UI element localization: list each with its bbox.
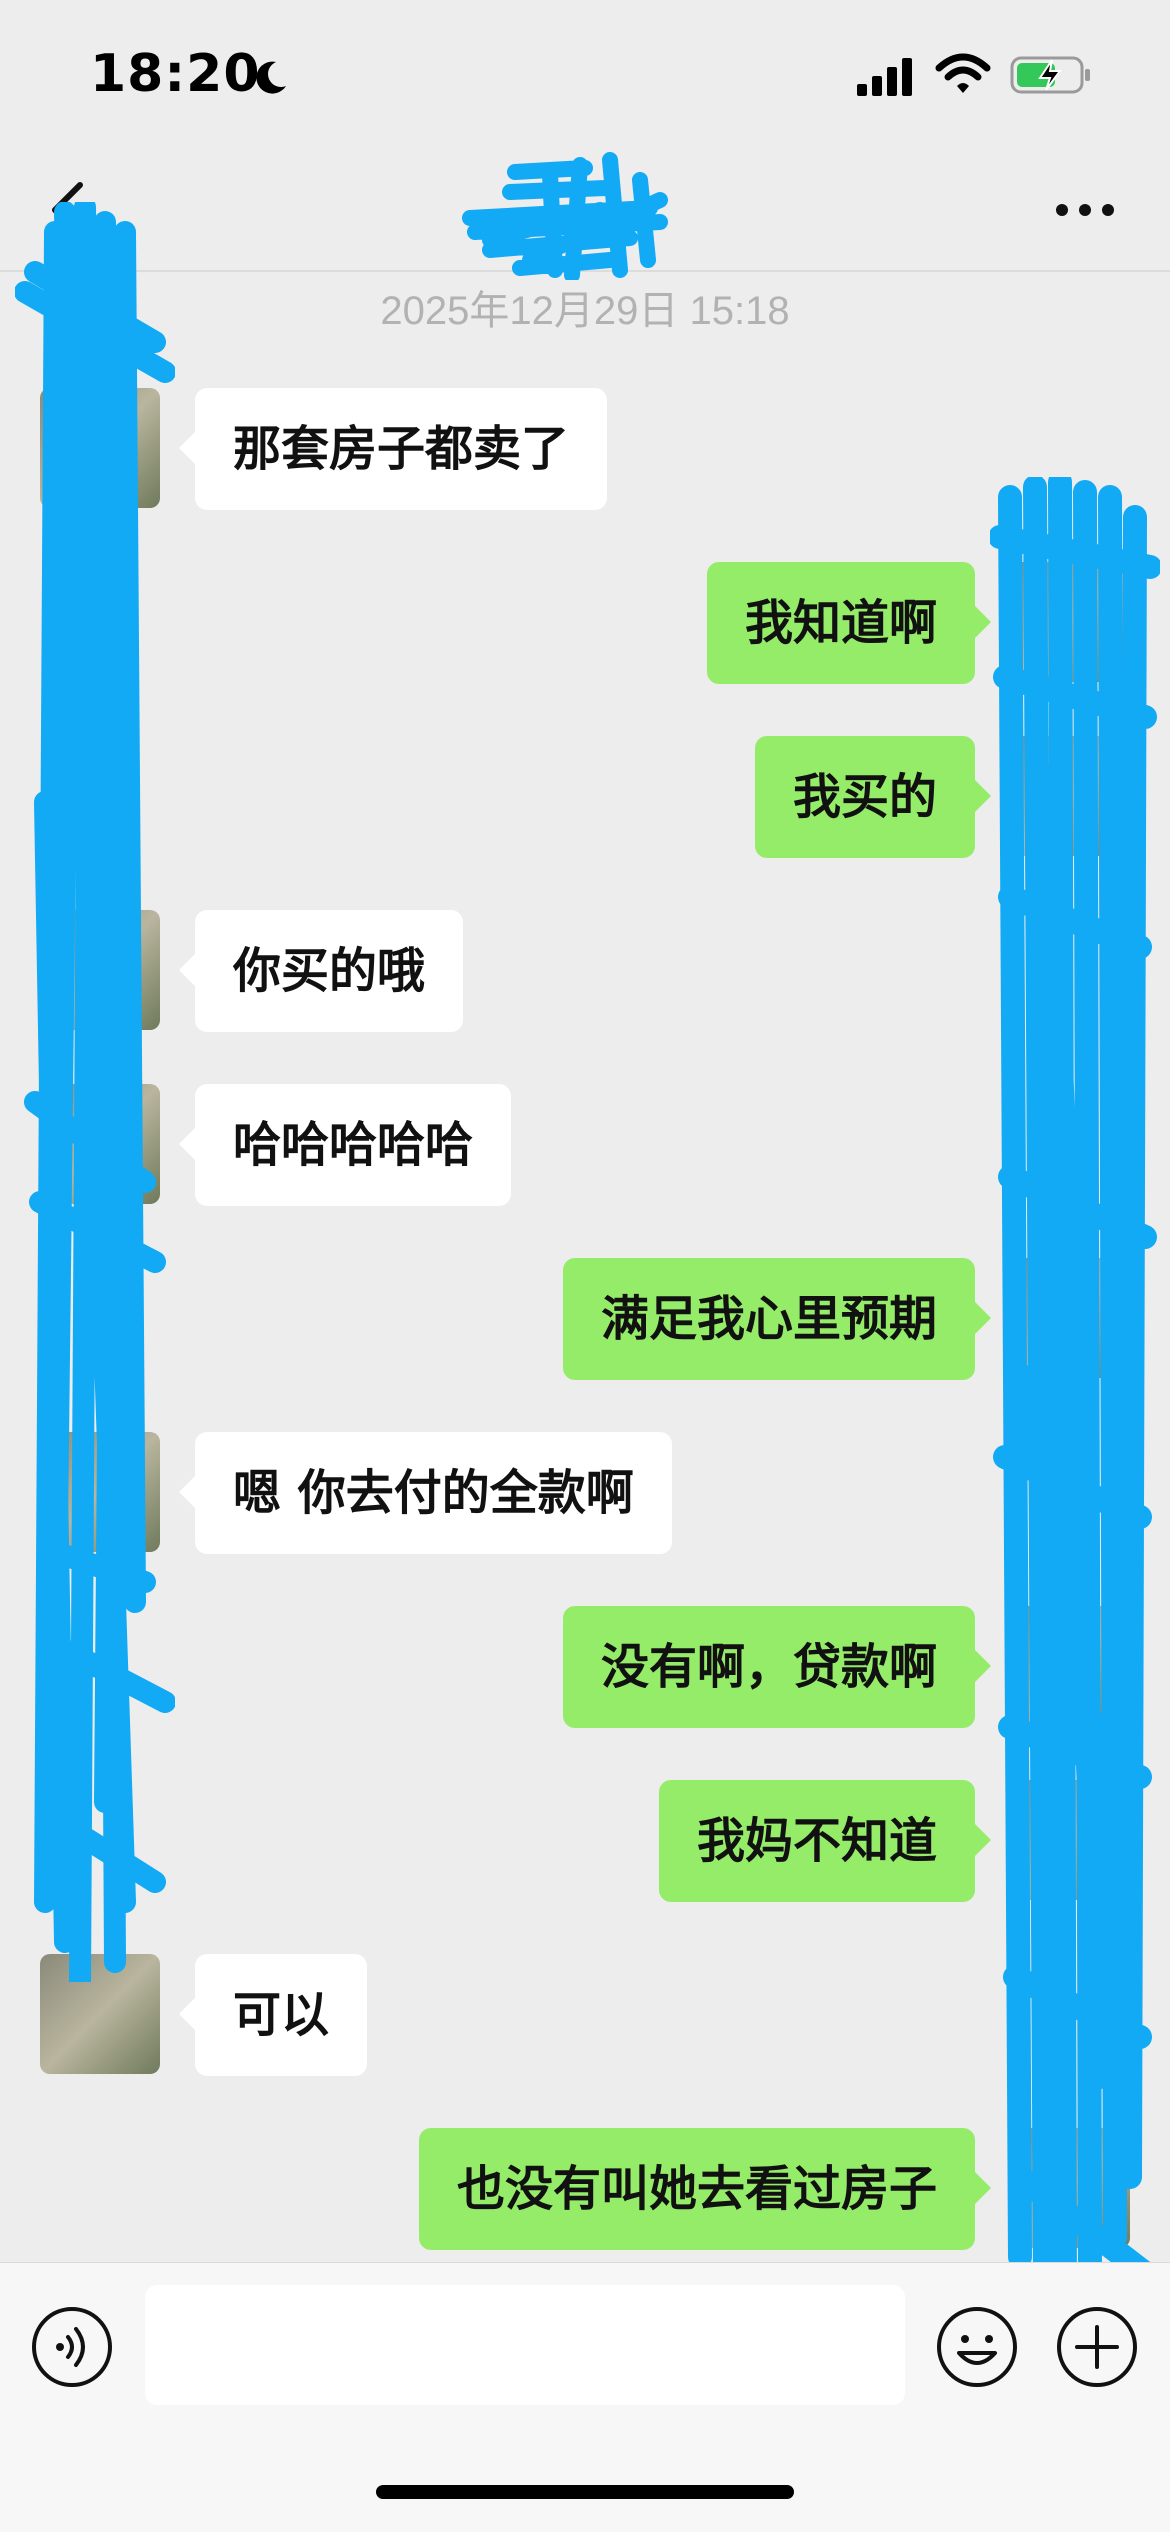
message-timestamp: 2025年12月29日 15:18 xyxy=(380,289,790,333)
avatar[interactable] xyxy=(1010,1780,1130,1900)
message-row: 也没有叫她去看过房子 xyxy=(0,2128,1170,2250)
avatar[interactable] xyxy=(1010,562,1130,682)
message-input[interactable] xyxy=(145,2285,905,2405)
avatar[interactable] xyxy=(40,910,160,1030)
avatar[interactable] xyxy=(1010,736,1130,856)
message-bubble-sent[interactable]: 我买的 xyxy=(754,736,992,858)
message-bubble-sent[interactable]: 我知道啊 xyxy=(706,562,992,684)
message-bubble-received[interactable]: 那套房子都卖了 xyxy=(178,388,608,510)
message-row: 可以 xyxy=(0,1954,1170,2076)
signal-icon xyxy=(857,58,912,96)
status-bar: 18:20 xyxy=(0,0,1170,150)
avatar[interactable] xyxy=(40,388,160,508)
message-bubble-received[interactable]: 你买的哦 xyxy=(178,910,464,1032)
chat-screen: 18:20 2025年12月29日 15:18 那套房子都卖了 我知道啊 我买的… xyxy=(0,0,1170,2532)
message-bubble-sent[interactable]: 满足我心里预期 xyxy=(562,1258,992,1380)
avatar[interactable] xyxy=(1010,1606,1130,1726)
message-row: 没有啊，贷款啊 xyxy=(0,1606,1170,1728)
avatar[interactable] xyxy=(1010,2128,1130,2248)
status-time: 18:20 xyxy=(90,44,261,104)
back-button[interactable] xyxy=(40,175,100,245)
plus-icon[interactable] xyxy=(1055,2305,1139,2389)
message-row: 那套房子都卖了 xyxy=(0,388,1170,510)
message-bubble-sent[interactable]: 我妈不知道 xyxy=(658,1780,992,1902)
message-bubble-received[interactable]: 可以 xyxy=(178,1954,368,2076)
message-row: 我买的 xyxy=(0,736,1170,858)
message-row: 你买的哦 xyxy=(0,910,1170,1032)
message-bubble-received[interactable]: 哈哈哈哈哈 xyxy=(178,1084,512,1206)
avatar[interactable] xyxy=(40,1084,160,1204)
emoji-icon[interactable] xyxy=(935,2305,1019,2389)
message-bubble-sent[interactable]: 没有啊，贷款啊 xyxy=(562,1606,992,1728)
battery-charging-icon xyxy=(1010,56,1090,94)
message-row: 我知道啊 xyxy=(0,562,1170,684)
message-row: 嗯 你去付的全款啊 xyxy=(0,1432,1170,1554)
avatar[interactable] xyxy=(40,1954,160,2074)
message-row: 哈哈哈哈哈 xyxy=(0,1084,1170,1206)
voice-icon[interactable] xyxy=(30,2305,114,2389)
avatar[interactable] xyxy=(1010,1258,1130,1378)
home-indicator[interactable] xyxy=(376,2485,794,2499)
message-bubble-sent[interactable]: 也没有叫她去看过房子 xyxy=(418,2128,992,2250)
chat-area: 2025年12月29日 15:18 那套房子都卖了 我知道啊 我买的 你买的哦 … xyxy=(0,202,1170,2307)
moon-icon xyxy=(256,61,286,94)
message-row: 满足我心里预期 xyxy=(0,1258,1170,1380)
more-icon[interactable] xyxy=(1050,185,1120,235)
message-bubble-received[interactable]: 嗯 你去付的全款啊 xyxy=(179,1432,672,1554)
message-row: 我妈不知道 xyxy=(0,1780,1170,1902)
title-redaction-scribble xyxy=(462,152,668,280)
nav-bar xyxy=(0,150,1170,280)
wifi-icon xyxy=(935,53,991,93)
avatar[interactable] xyxy=(40,1432,160,1552)
